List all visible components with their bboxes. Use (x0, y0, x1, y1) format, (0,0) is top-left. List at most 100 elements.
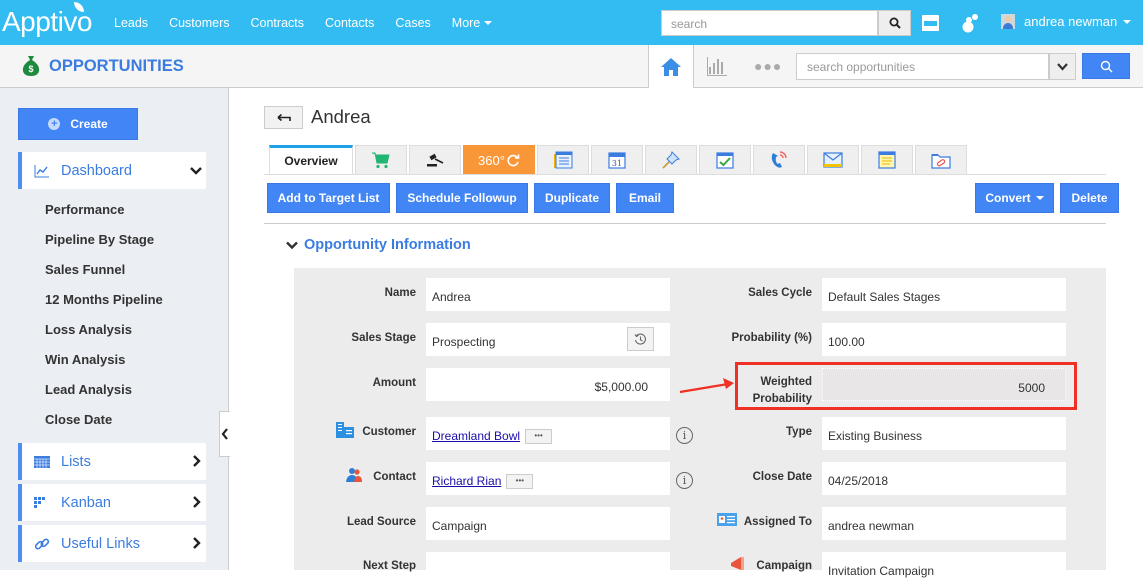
sidebar-item-dashboard[interactable]: Dashboard (18, 152, 206, 189)
sidebar-item-label: Dashboard (61, 162, 132, 179)
contact-more-button[interactable]: ••• (506, 474, 534, 490)
tab-call[interactable] (753, 145, 805, 174)
nav-contracts[interactable]: Contracts (251, 16, 305, 30)
tab-360-label: 360° (478, 152, 505, 168)
field-value-probability[interactable]: 100.00 (822, 323, 1066, 356)
sidebar-item-label: Useful Links (61, 535, 140, 552)
field-value-close-date[interactable]: 04/25/2018 (822, 462, 1066, 495)
nav-cases[interactable]: Cases (395, 16, 430, 30)
tab-360[interactable]: 360° (463, 145, 535, 174)
app-title: $ OPPORTUNITIES (21, 55, 184, 77)
sidebar-subitem-12-months-pipeline[interactable]: 12 Months Pipeline (45, 292, 163, 307)
nav-customers[interactable]: Customers (169, 16, 229, 30)
annotation-arrow-icon (679, 378, 734, 394)
sidebar-item-useful-links[interactable]: Useful Links (18, 525, 206, 562)
field-label-close-date: Close Date (752, 471, 812, 483)
tab-attachments[interactable] (915, 145, 967, 174)
stage-history-button[interactable] (627, 327, 654, 351)
create-label: Create (70, 117, 108, 131)
tab-task[interactable] (699, 145, 751, 174)
kanban-icon (34, 495, 52, 511)
home-icon (661, 57, 681, 76)
more-options-icon[interactable]: ●●● (754, 58, 782, 74)
field-label-contact: Contact (373, 471, 416, 483)
schedule-followup-button[interactable]: Schedule Followup (396, 183, 528, 213)
field-value-amount[interactable]: $5,000.00 (426, 368, 670, 401)
field-value-customer[interactable]: Dreamland Bowl ••• (426, 417, 670, 450)
field-value-sales-stage[interactable]: Prospecting (426, 323, 670, 356)
customer-link[interactable]: Dreamland Bowl (432, 429, 520, 443)
field-value-type[interactable]: Existing Business (822, 417, 1066, 450)
tab-gavel[interactable] (409, 145, 461, 174)
gavel-icon (427, 153, 444, 167)
field-value-campaign[interactable]: Invitation Campaign (822, 552, 1066, 578)
nav-leads[interactable]: Leads (114, 16, 148, 30)
sidebar-item-kanban[interactable]: Kanban (18, 484, 206, 521)
global-search-input[interactable]: search (661, 10, 878, 36)
duplicate-button[interactable]: Duplicate (534, 183, 610, 213)
sidebar-subitem-win-analysis[interactable]: Win Analysis (45, 352, 125, 367)
nav-contacts[interactable]: Contacts (325, 16, 374, 30)
notes-form-icon (554, 151, 573, 169)
calendar-icon: 31 (608, 152, 626, 169)
contact-link[interactable]: Richard Rian (432, 474, 501, 488)
search-filter-dropdown[interactable] (1049, 53, 1076, 80)
tab-calendar[interactable]: 31 (591, 145, 643, 174)
field-value-lead-source[interactable]: Campaign (426, 507, 670, 540)
record-title: Andrea (311, 106, 371, 127)
user-menu[interactable]: andrea newman (1001, 14, 1132, 29)
sidebar: + Create Dashboard Performance Pipeline … (0, 88, 229, 570)
sidebar-item-lists[interactable]: Lists (18, 443, 206, 480)
field-value-next-step[interactable] (426, 552, 670, 570)
sidebar-subitem-close-date[interactable]: Close Date (45, 412, 112, 427)
tab-notes[interactable] (537, 145, 589, 174)
opportunity-search-button[interactable] (1082, 53, 1130, 79)
tab-email[interactable] (807, 145, 859, 174)
sidebar-subitem-pipeline-by-stage[interactable]: Pipeline By Stage (45, 232, 154, 247)
convert-label: Convert (985, 191, 1031, 205)
tab-sticky-note[interactable] (861, 145, 913, 174)
section-toggle-opportunity-information[interactable]: Opportunity Information (286, 237, 471, 253)
sidebar-subitem-performance[interactable]: Performance (45, 202, 124, 217)
add-to-target-list-button[interactable]: Add to Target List (267, 183, 390, 213)
field-value-contact[interactable]: Richard Rian ••• (426, 462, 670, 495)
sidebar-subitem-lead-analysis[interactable]: Lead Analysis (45, 382, 132, 397)
sidebar-item-label: Kanban (61, 494, 111, 511)
chevron-right-icon (193, 537, 201, 549)
sidebar-subitem-sales-funnel[interactable]: Sales Funnel (45, 262, 125, 277)
delete-button[interactable]: Delete (1060, 183, 1119, 213)
convert-button[interactable]: Convert (975, 183, 1054, 213)
store-icon[interactable] (921, 13, 940, 32)
field-value-sales-cycle[interactable]: Default Sales Stages (822, 278, 1066, 311)
customer-more-button[interactable]: ••• (525, 429, 553, 445)
user-name: andrea newman (1024, 14, 1118, 29)
field-value-assigned-to[interactable]: andrea newman (822, 507, 1066, 540)
opportunity-search-input[interactable]: search opportunities (796, 53, 1049, 80)
sidebar-collapse-handle[interactable] (219, 411, 230, 457)
sidebar-subitem-loss-analysis[interactable]: Loss Analysis (45, 322, 132, 337)
back-arrow-icon (276, 113, 291, 122)
tab-pin[interactable] (645, 145, 697, 174)
reports-chart-icon[interactable] (706, 55, 728, 77)
apptivo-logo[interactable]: Apptivo (2, 2, 92, 38)
global-search-button[interactable] (878, 10, 911, 36)
phone-icon (771, 151, 787, 168)
sales-stage-value: Prospecting (432, 335, 496, 349)
chevron-down-icon (1057, 62, 1068, 71)
app-title-text: OPPORTUNITIES (49, 56, 184, 75)
field-value-name[interactable]: Andrea (426, 278, 670, 311)
chevron-down-icon (286, 241, 298, 249)
connections-icon[interactable] (960, 12, 980, 34)
nav-more[interactable]: More (452, 16, 492, 30)
field-label-next-step: Next Step (362, 560, 416, 572)
home-tab[interactable] (648, 45, 694, 88)
tab-overview[interactable]: Overview (269, 145, 353, 174)
email-button[interactable]: Email (616, 183, 674, 213)
table-grid-icon (34, 454, 52, 470)
tab-cart[interactable] (355, 145, 407, 174)
refresh-icon (507, 154, 520, 166)
plus-circle-icon: + (48, 118, 61, 130)
back-button[interactable] (264, 106, 303, 129)
actions-divider (264, 223, 1106, 224)
create-button[interactable]: + Create (18, 108, 138, 140)
